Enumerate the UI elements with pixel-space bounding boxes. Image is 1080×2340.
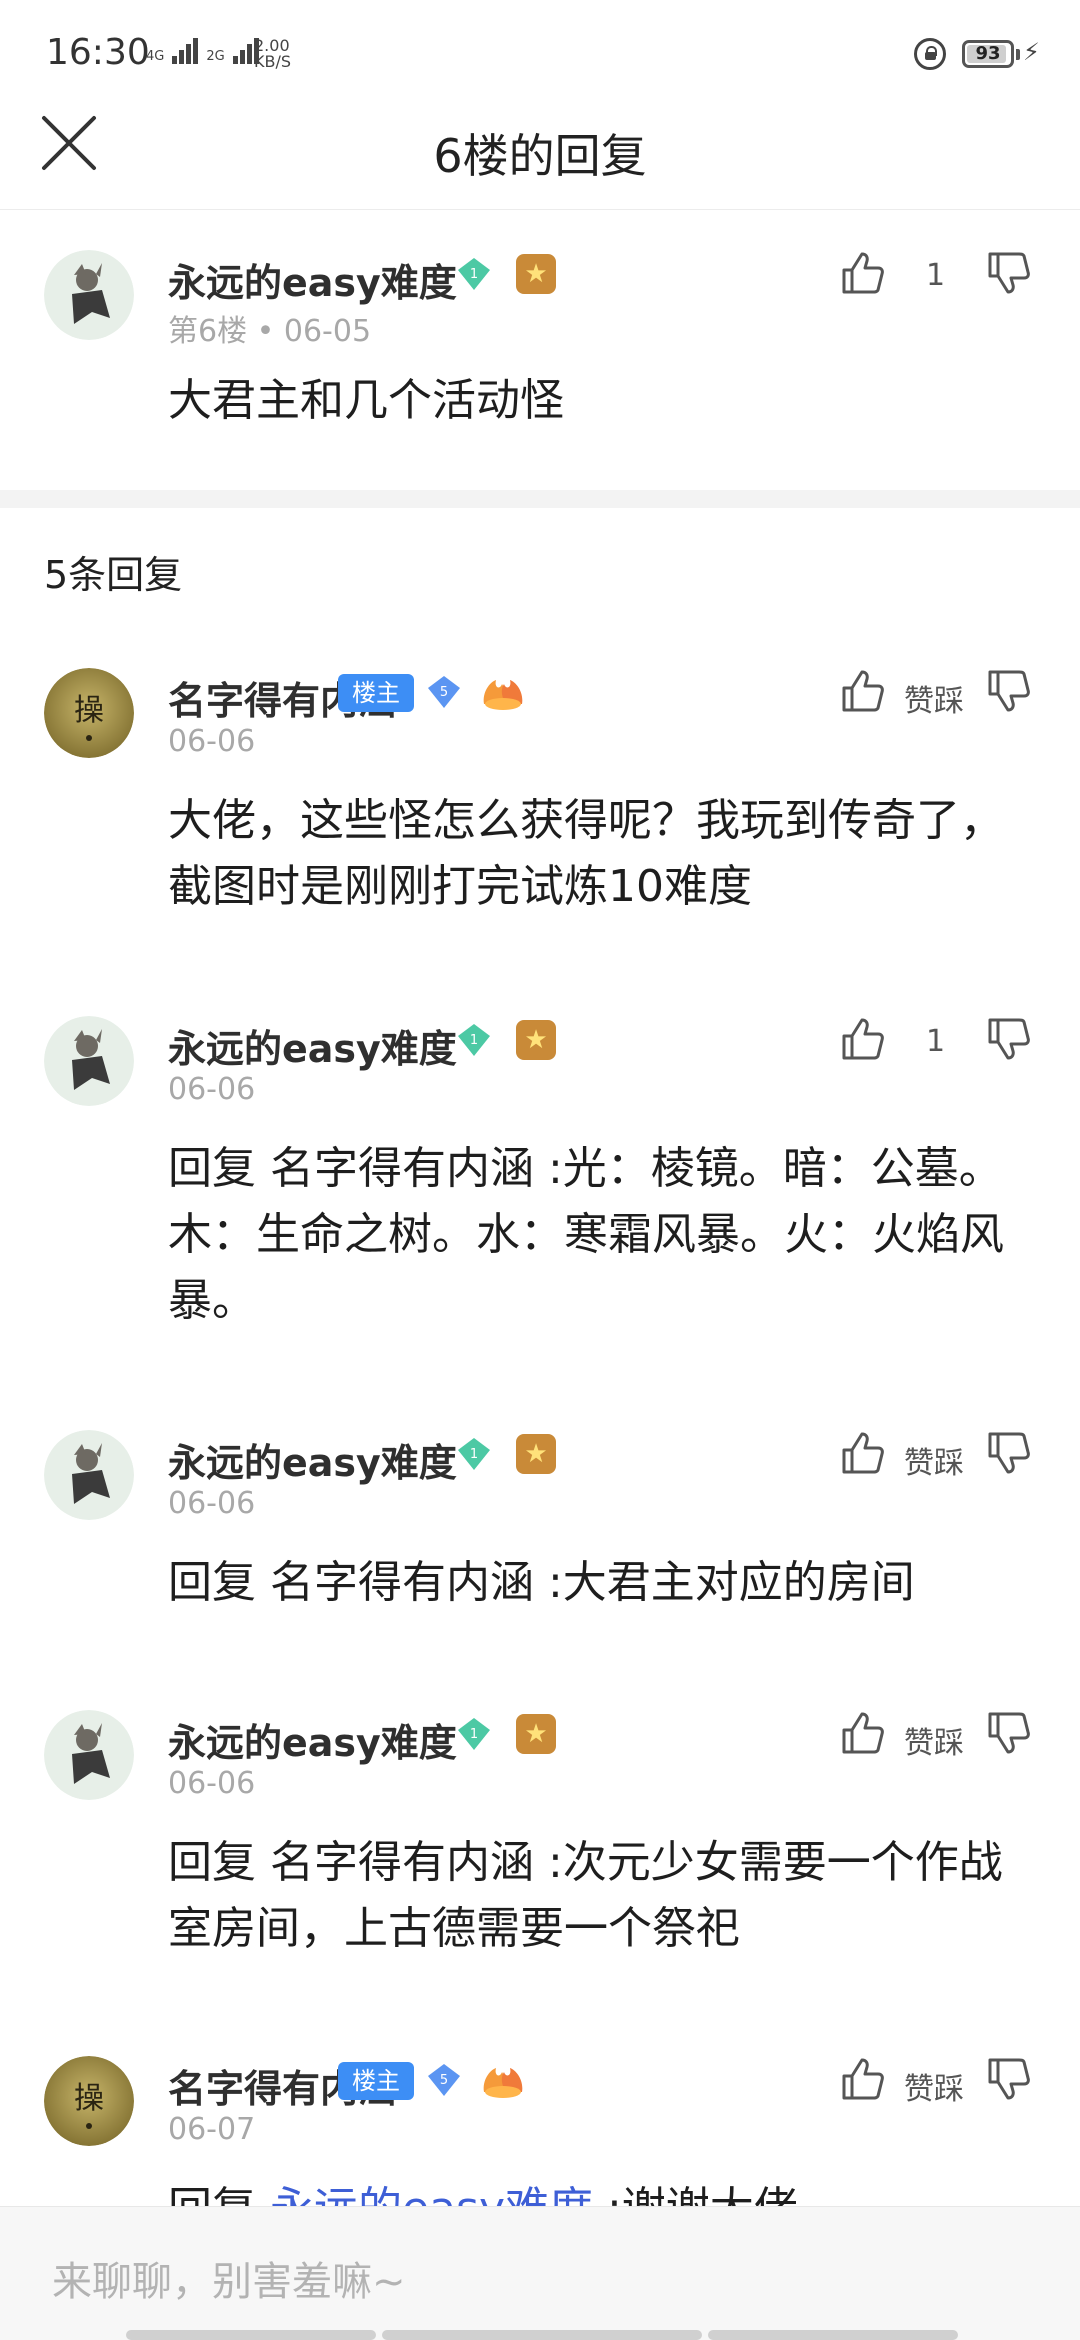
username[interactable]: 永远的easy难度 xyxy=(168,1712,457,1767)
level-badge-icon: 1 xyxy=(458,1024,490,1056)
avatar[interactable]: 操 xyxy=(44,668,134,758)
meta-separator: • xyxy=(256,314,284,349)
svg-text:1: 1 xyxy=(470,1727,478,1742)
network-type-2: 2G xyxy=(206,49,225,64)
thumbs-up-icon[interactable] xyxy=(840,2056,886,2102)
avatar[interactable] xyxy=(44,1710,134,1800)
level-badge-icon: 5 xyxy=(428,2064,460,2096)
reply-date: 06-07 xyxy=(168,2112,256,2147)
vote-label: 赞踩 xyxy=(904,2072,964,2107)
avatar[interactable] xyxy=(44,1016,134,1106)
status-time: 16:30 xyxy=(46,32,150,73)
fire-badge-icon xyxy=(483,2068,523,2098)
svg-text:5: 5 xyxy=(440,685,448,700)
username[interactable]: 永远的easy难度 xyxy=(168,252,457,307)
thumbs-up-icon[interactable] xyxy=(840,668,886,714)
owner-tag: 楼主 xyxy=(338,674,414,712)
username[interactable]: 永远的easy难度 xyxy=(168,1018,457,1073)
reply-content: 大佬，这些怪怎么获得呢？我玩到传奇了，截图时是刚刚打完试炼10难度 xyxy=(168,795,1004,912)
level-badge-icon: 1 xyxy=(458,1438,490,1470)
replies-count: 5条回复 xyxy=(44,553,183,597)
owner-tag: 楼主 xyxy=(338,2062,414,2100)
signal-indicators: 4G 2G xyxy=(146,36,259,64)
like-count: 1 xyxy=(926,258,946,293)
vote-label: 赞踩 xyxy=(904,1726,964,1761)
reply-date: 06-06 xyxy=(168,1072,256,1107)
nav-handle-right xyxy=(708,2330,958,2340)
medal-badge-icon xyxy=(516,254,556,294)
reply-content: 回复 名字得有内涵 :次元少女需要一个作战室房间，上古德需要一个祭祀 xyxy=(168,1837,1003,1954)
nav-handle-center xyxy=(382,2330,702,2340)
reply-content: 回复 名字得有内涵 :光：棱镜。暗：公墓。木：生命之树。水：寒霜风暴。火：火焰风… xyxy=(168,1143,1004,1326)
avatar[interactable] xyxy=(44,250,134,340)
network-speed: 2.00 KB/S xyxy=(254,36,292,71)
level-badge-icon: 1 xyxy=(458,258,490,290)
section-divider xyxy=(0,490,1080,508)
medal-badge-icon xyxy=(516,1020,556,1060)
vote-label: 赞踩 xyxy=(904,684,964,719)
svg-text:1: 1 xyxy=(470,267,478,282)
vote-label: 赞踩 xyxy=(904,1446,964,1481)
thumbs-down-icon[interactable] xyxy=(986,1430,1032,1476)
network-type-1: 4G xyxy=(146,49,165,64)
comment-placeholder: 来聊聊，别害羞嘛~ xyxy=(52,2259,406,2305)
status-bar: 16:30 4G 2G 2.00 KB/S 93 ⚡ xyxy=(0,0,1080,100)
svg-text:1: 1 xyxy=(470,1447,478,1462)
thumbs-down-icon[interactable] xyxy=(986,1016,1032,1062)
level-badge-icon: 1 xyxy=(458,1718,490,1750)
post-date: 06-05 xyxy=(283,314,372,349)
thumbs-down-icon[interactable] xyxy=(986,668,1032,714)
avatar[interactable]: 操 xyxy=(44,2056,134,2146)
thumbs-down-icon[interactable] xyxy=(986,2056,1032,2102)
reply-date: 06-06 xyxy=(168,1486,256,1521)
battery-tip xyxy=(1016,49,1020,60)
medal-badge-icon xyxy=(516,1714,556,1754)
svg-text:操: 操 xyxy=(74,693,104,728)
thumbs-up-icon[interactable] xyxy=(840,250,886,296)
comment-input[interactable]: 来聊聊，别害羞嘛~ xyxy=(0,2206,1080,2340)
battery-icon: 93 xyxy=(962,40,1014,68)
svg-text:操: 操 xyxy=(74,2081,104,2116)
floor-number: 第6楼 xyxy=(168,314,248,349)
fire-badge-icon xyxy=(483,680,523,710)
rotation-lock-icon xyxy=(914,38,946,70)
post-content: 大君主和几个活动怪 xyxy=(168,375,564,426)
reply-content: 回复 名字得有内涵 :大君主对应的房间 xyxy=(168,1557,915,1608)
thumbs-up-icon[interactable] xyxy=(840,1016,886,1062)
svg-text:1: 1 xyxy=(470,1033,478,1048)
username[interactable]: 永远的easy难度 xyxy=(168,1432,457,1487)
post-meta: 第6楼 • 06-05 xyxy=(168,306,371,350)
thumbs-down-icon[interactable] xyxy=(986,1710,1032,1756)
charging-icon: ⚡ xyxy=(1023,38,1040,66)
thumbs-up-icon[interactable] xyxy=(840,1710,886,1756)
level-badge-icon: 5 xyxy=(428,676,460,708)
like-count: 1 xyxy=(926,1024,946,1059)
reply-date: 06-06 xyxy=(168,724,256,759)
signal-icon xyxy=(172,36,199,64)
nav-handle-left xyxy=(126,2330,376,2340)
svg-text:5: 5 xyxy=(440,2073,448,2088)
thumbs-up-icon[interactable] xyxy=(840,1430,886,1476)
battery-level: 93 xyxy=(975,43,1001,64)
medal-badge-icon xyxy=(516,1434,556,1474)
reply-date: 06-06 xyxy=(168,1766,256,1801)
avatar[interactable] xyxy=(44,1430,134,1520)
thumbs-down-icon[interactable] xyxy=(986,250,1032,296)
page-title: 6楼的回复 xyxy=(433,129,647,183)
